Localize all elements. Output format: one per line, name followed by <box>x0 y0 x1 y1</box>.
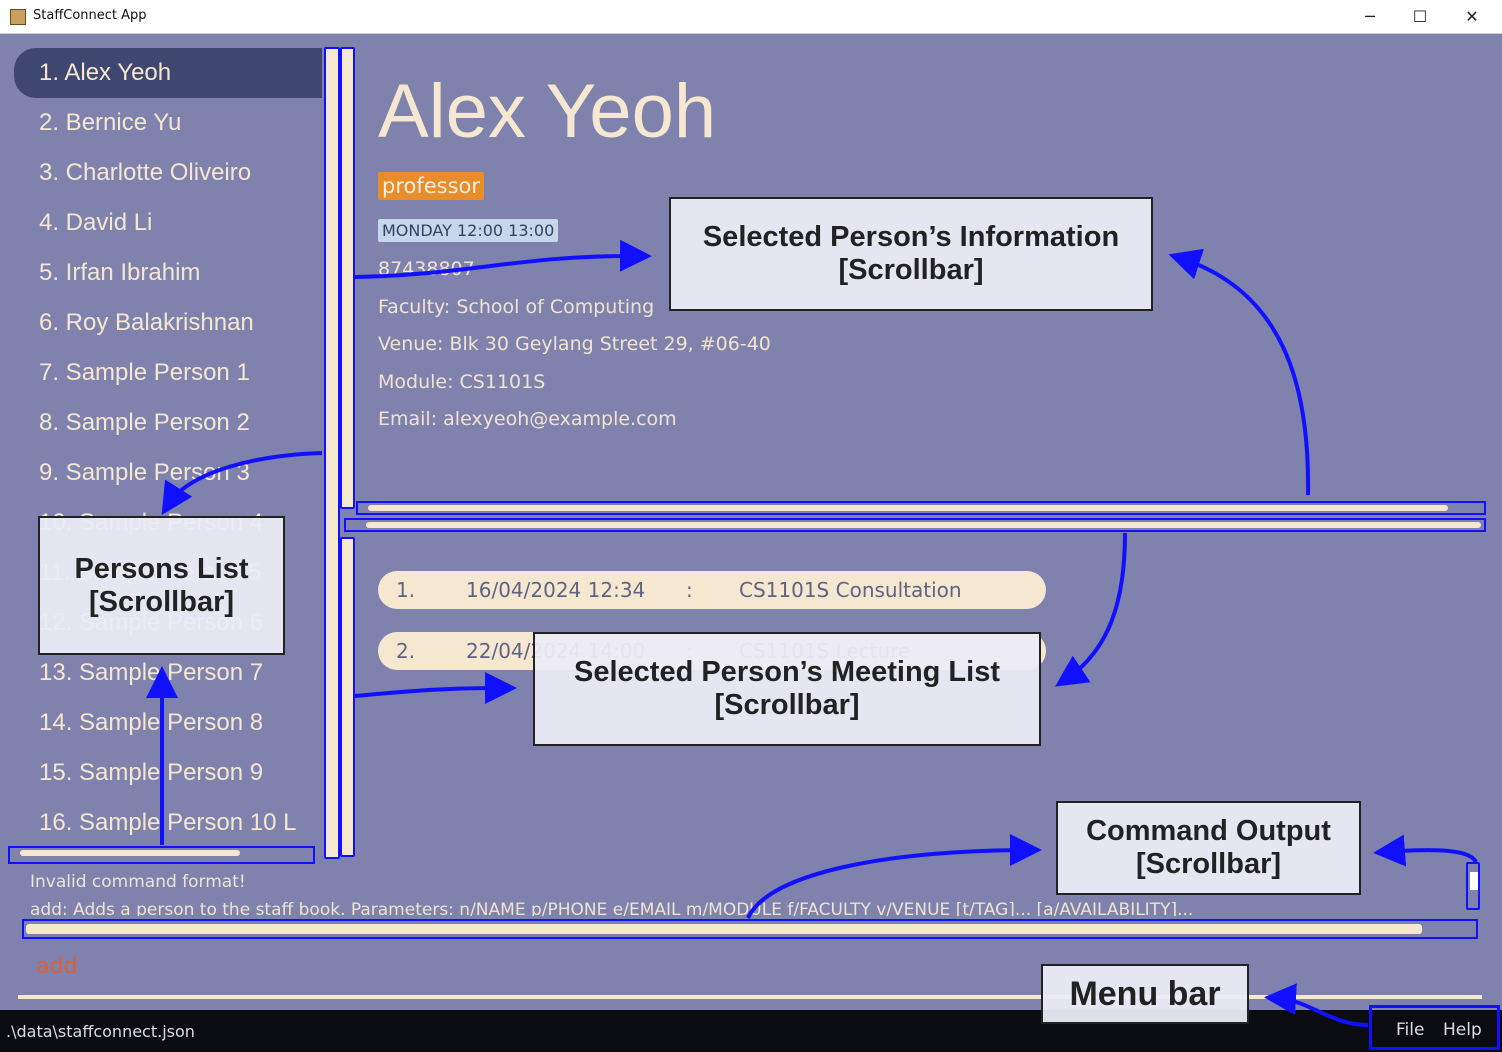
annotation-info: Selected Person’s Information [Scrollbar] <box>669 197 1153 311</box>
arrow-menubar <box>1264 983 1369 1027</box>
arrow-meetings-scroll <box>1055 532 1127 687</box>
annotation-output: Command Output [Scrollbar] <box>1056 801 1361 895</box>
arrow-info-scroll <box>1168 248 1311 496</box>
arrow-info <box>354 239 652 279</box>
arrow-persons <box>161 451 323 516</box>
arrow-meetings <box>354 672 517 705</box>
arrow-output-scroll <box>1373 834 1478 867</box>
annotation-menubar: Menu bar <box>1041 964 1249 1024</box>
arrow-output <box>746 834 1042 919</box>
annotation-meetings: Selected Person’s Meeting List [Scrollbar… <box>533 632 1041 746</box>
annotation-persons: Persons List [Scrollbar] <box>38 516 285 655</box>
